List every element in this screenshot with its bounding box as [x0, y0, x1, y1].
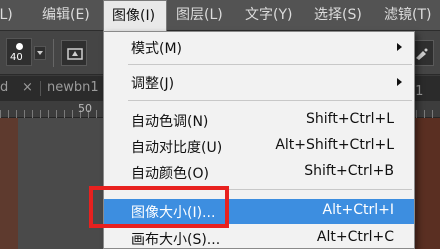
canvas-image-edge	[0, 118, 18, 249]
options-divider	[53, 39, 54, 67]
submenu-arrow-icon	[397, 43, 402, 51]
menu-edit[interactable]: 编辑(E)	[42, 0, 90, 31]
menu-item-adjustments[interactable]: 调整(J)	[104, 70, 414, 95]
menu-item-shortcut: Shift+Ctrl+L	[306, 111, 394, 127]
menu-item-label: 画布大小(S)...	[131, 232, 221, 248]
tab-close-icon[interactable]: ×	[22, 80, 33, 95]
menu-select[interactable]: 选择(S)	[314, 0, 362, 31]
brush-preset-picker[interactable]: 40	[6, 38, 32, 66]
menu-item-shortcut: Alt+Shift+Ctrl+L	[275, 137, 394, 153]
menu-item-auto-contrast[interactable]: 自动对比度(U) Alt+Shift+Ctrl+L	[104, 134, 414, 159]
menu-item-canvas-size[interactable]: 画布大小(S)... Alt+Ctrl+C	[104, 226, 414, 248]
menu-item-mode[interactable]: 模式(M)	[104, 35, 414, 60]
submenu-arrow-icon	[397, 78, 402, 86]
menu-layers[interactable]: 图层(L)	[176, 0, 223, 31]
brush-size-value: 40	[10, 52, 23, 63]
menu-layer-partial[interactable]: 层(L)	[0, 0, 13, 31]
menu-filter[interactable]: 滤镜(T)	[384, 0, 431, 31]
brush-panel-icon	[67, 48, 83, 60]
menu-item-auto-color[interactable]: 自动颜色(O) Shift+Ctrl+B	[104, 160, 414, 185]
menu-item-auto-tone[interactable]: 自动色调(N) Shift+Ctrl+L	[104, 108, 414, 133]
menu-item-shortcut: Shift+Ctrl+B	[304, 163, 394, 179]
airbrush-icon	[416, 48, 428, 60]
menu-separator	[128, 64, 412, 65]
annotation-highlight-box	[89, 186, 229, 228]
menu-image[interactable]: 图像(I)	[103, 0, 167, 31]
menu-bar: 层(L) 编辑(E) 图像(I) 图层(L) 文字(Y) 选择(S) 滤镜(T)	[0, 0, 440, 31]
tab-partial[interactable]: d	[0, 80, 8, 95]
menu-item-label: 模式(M)	[131, 41, 183, 57]
brush-tip-icon	[16, 43, 23, 50]
menu-item-label: 自动对比度(U)	[131, 140, 223, 156]
menu-item-label: 调整(J)	[131, 76, 175, 92]
tab-divider	[40, 81, 41, 96]
menu-separator	[128, 100, 412, 101]
tab-newbn1[interactable]: newbn1	[47, 80, 99, 95]
menu-type[interactable]: 文字(Y)	[245, 0, 292, 31]
brush-dropdown-button[interactable]	[34, 46, 46, 60]
brush-panel-button[interactable]	[61, 40, 87, 66]
menu-item-label: 自动颜色(O)	[131, 166, 209, 182]
menu-item-shortcut: Alt+Ctrl+C	[316, 229, 394, 245]
menu-item-shortcut: Alt+Ctrl+I	[322, 202, 394, 218]
menu-item-label: 自动色调(N)	[131, 114, 209, 130]
ruler-label: 50	[78, 102, 92, 115]
